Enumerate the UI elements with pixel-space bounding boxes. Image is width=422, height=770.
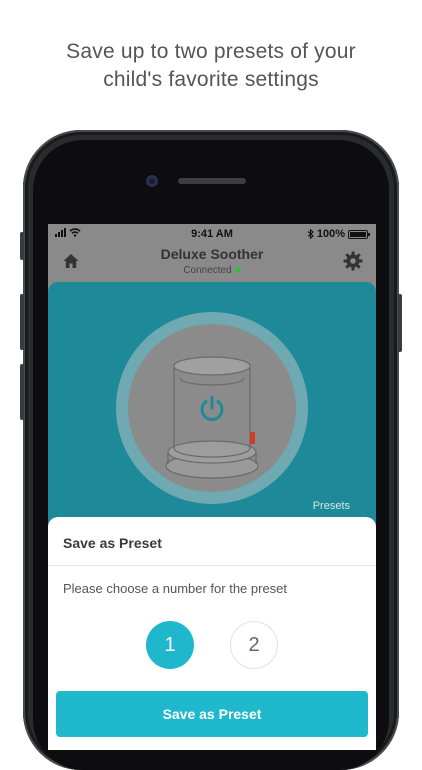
sheet-divider [48,565,376,566]
phone-power-button [398,294,402,352]
front-camera [146,175,158,187]
gear-icon[interactable] [343,251,363,271]
connected-dot [234,267,241,274]
bluetooth-icon [307,229,314,239]
save-as-preset-button[interactable]: Save as Preset [56,691,368,737]
phone-volume-up [20,294,24,350]
device-title: Deluxe Soother [160,246,264,262]
battery-percent: 100% [316,228,345,240]
save-preset-sheet: Save as Preset Please choose a number fo… [48,517,376,750]
connection-status: Connected [48,265,376,276]
preset-option-1[interactable]: 1 [146,621,194,669]
battery-icon [348,229,370,239]
caption-line-2: child's favorite settings [103,68,319,91]
marketing-caption: Save up to two presets of your child's f… [0,38,422,94]
nav-bar: Deluxe Soother Connected [48,244,376,284]
caption-line-1: Save up to two presets of your [66,40,356,63]
sheet-prompt: Please choose a number for the preset [63,581,288,596]
power-icon[interactable] [197,393,227,423]
sheet-title: Save as Preset [63,535,162,551]
phone-volume-down [20,364,24,420]
presets-label[interactable]: Presets [313,500,350,512]
app-screen: 9:41 AM 100% Deluxe Soother Connected Pr… [48,224,376,750]
phone-mute-switch [20,232,24,260]
preset-option-2[interactable]: 2 [230,621,278,669]
status-bar: 9:41 AM 100% [48,224,376,244]
earpiece-speaker [178,178,246,184]
connection-status-text: Connected [183,265,232,276]
